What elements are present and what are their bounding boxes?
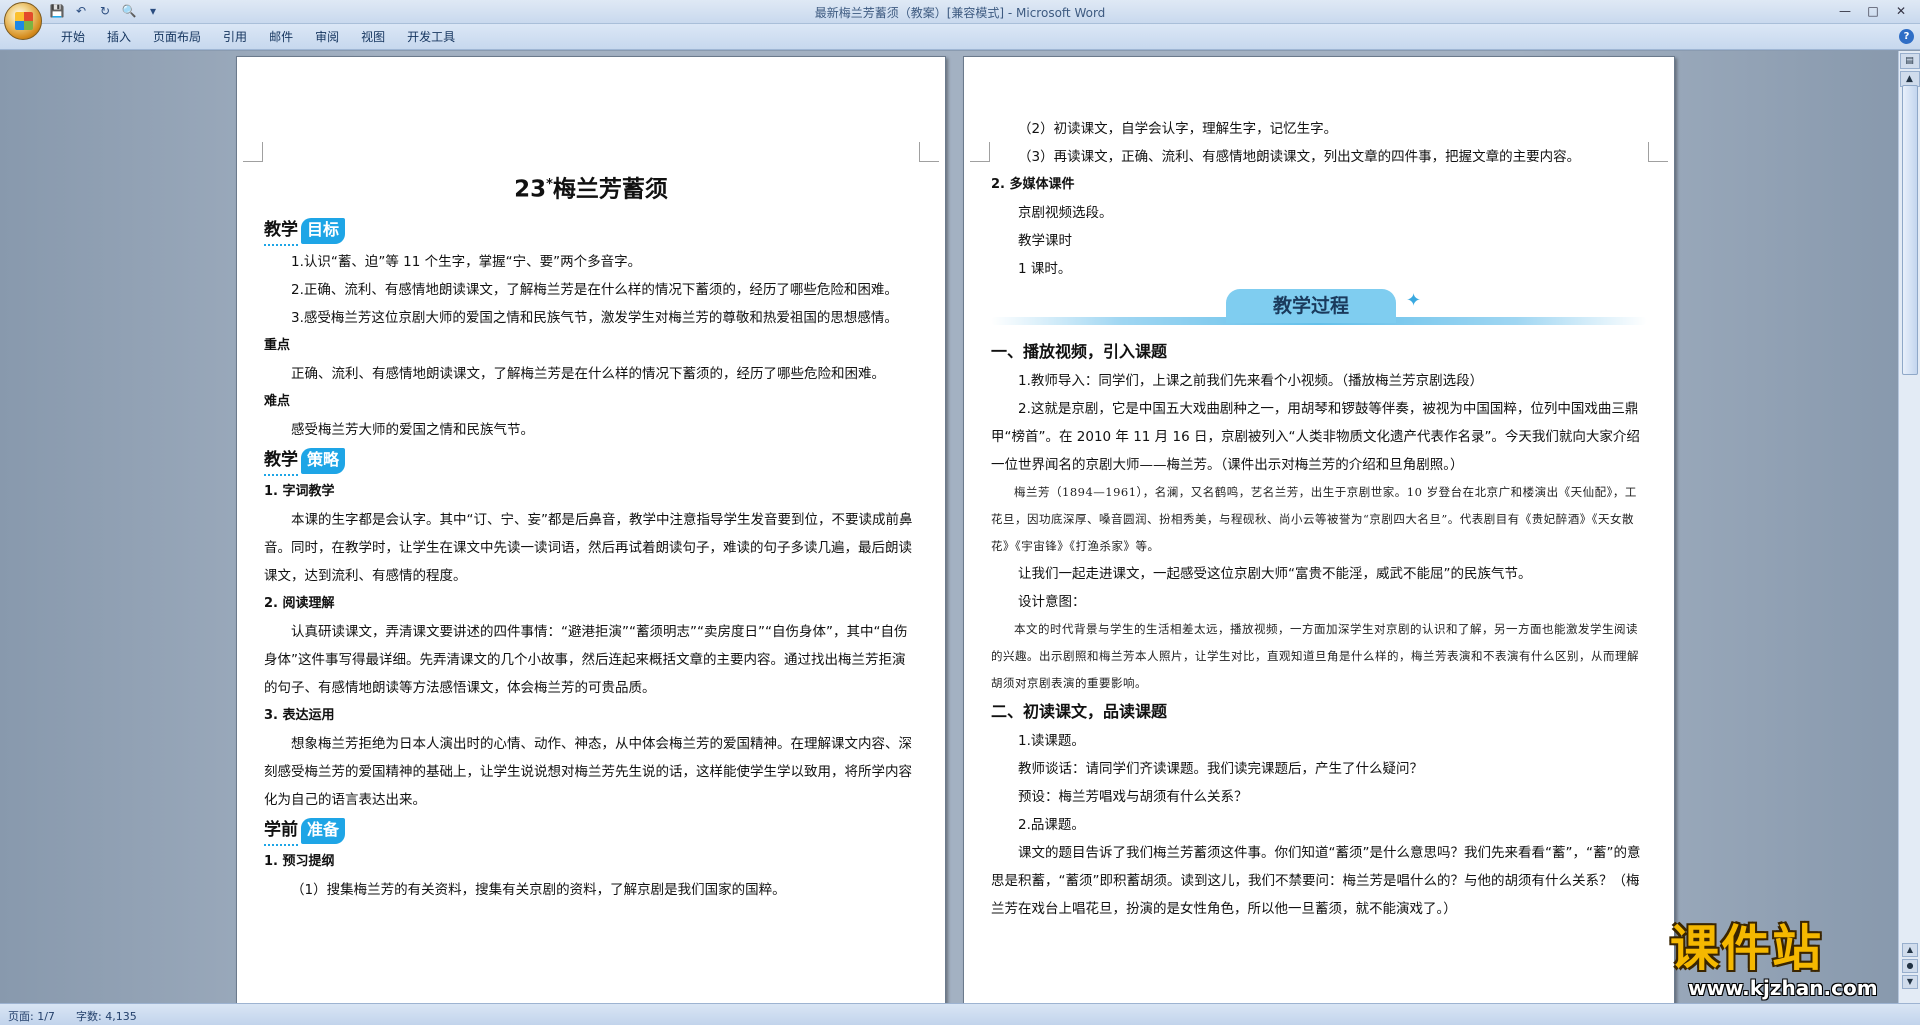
browse-object-icon[interactable]: ● (1902, 959, 1918, 973)
part-1-para-1: 1.教师导入：同学们，上课之前我们先来看个小视频。（播放梅兰芳京剧选段） (1018, 373, 1484, 389)
title-bar: 💾 ↶ ↻ 🔍 ▾ 最新梅兰芳蓄须（教案）[兼容模式] - Microsoft … (0, 0, 1920, 40)
part-2-para-1: 1.读课题。 (1018, 733, 1085, 749)
key-point-text: 正确、流利、有感情地朗读课文，了解梅兰芳是在什么样的情况下蓄须的，经历了哪些危险… (291, 365, 885, 382)
window-controls: — □ ✕ (1832, 2, 1914, 20)
prep-1-label: 1. 预习提纲 (264, 853, 335, 869)
prep-1-text: （1）搜集梅兰芳的有关资料，搜集有关京剧的资料，了解京剧是我们国家的国粹。 (291, 881, 786, 898)
window-title: 最新梅兰芳蓄须（教案）[兼容模式] - Microsoft Word (814, 6, 1106, 20)
vertical-scrollbar[interactable]: ▤ ▲ ▲ ● ▼ (1898, 51, 1920, 1003)
banner-label: 教学过程 (1226, 289, 1396, 323)
hours-text: 1 课时。 (1018, 261, 1072, 277)
strategy-2-label: 2. 阅读理解 (264, 595, 335, 611)
meilanfang-bio-note: 梅兰芳（1894—1961），名澜，又名鹤鸣，艺名兰芳，出生于京剧世家。10 岁… (991, 485, 1637, 553)
key-point-label: 重点 (264, 337, 291, 353)
design-intent-label: 设计意图： (1018, 594, 1086, 610)
page-2-content: （2）初读课文，自学会认字，理解生字，记忆生字。 （3）再读课文，正确、流利、有… (991, 115, 1647, 923)
ribbon: 开始 插入 页面布局 引用 邮件 审阅 视图 开发工具 ? (0, 24, 1920, 50)
document-page-2[interactable]: （2）初读课文，自学会认字，理解生字，记忆生字。 （3）再读课文，正确、流利、有… (963, 56, 1675, 1003)
tab-references[interactable]: 引用 (212, 29, 258, 45)
page-1-content: 23*梅兰芳蓄须 教学 目标 1.认识“蓄、迫”等 11 个生字，掌握“宁、要”两… (264, 157, 918, 904)
prep-3-text: （3）再读课文，正确、流利、有感情地朗读课文，列出文章的四件事，把握文章的主要内… (1018, 149, 1581, 165)
part-2-para-2: 教师谈话：请同学们齐读课题。我们读完课题后，产生了什么疑问？ (1018, 761, 1423, 777)
part-2-para-5: 课文的题目告诉了我们梅兰芳蓄须这件事。你们知道“蓄须”是什么意思吗？我们先来看看… (991, 845, 1641, 917)
hours-label: 教学课时 (1018, 233, 1072, 249)
difficulty-label: 难点 (264, 393, 291, 409)
margin-corner-mark (243, 142, 263, 162)
part-2-para-4: 2.品课题。 (1018, 817, 1085, 833)
strategy-1-text: 本课的生字都是会认字。其中“订、宁、妄”都是后鼻音，教学中注意指导学生发音要到位… (264, 511, 913, 584)
tab-developer[interactable]: 开发工具 (396, 29, 466, 45)
goal-3: 3.感受梅兰芳这位京剧大师的爱国之情和民族气节，激发学生对梅兰芳的尊敬和热爱祖国… (291, 309, 898, 326)
strategy-3-text: 想象梅兰芳拒绝为日本人演出时的心情、动作、神态，从中体会梅兰芳的爱国精神。在理解… (264, 735, 912, 808)
watermark-text: 课件站 (1670, 920, 1824, 977)
strategy-2-text: 认真研读课文，弄清课文要讲述的四件事情：“避港拒演”“蓄须明志”“卖房度日”“自… (264, 623, 908, 696)
document-workspace[interactable]: 23*梅兰芳蓄须 教学 目标 1.认识“蓄、迫”等 11 个生字，掌握“宁、要”两… (0, 51, 1898, 1003)
prep-2-text: （2）初读课文，自学会认字，理解生字，记忆生字。 (1018, 121, 1338, 137)
document-title: 23*梅兰芳蓄须 (514, 176, 668, 203)
scroll-thumb[interactable] (1902, 85, 1918, 375)
site-watermark-logo: 课件站 www.kjzhan.com (1670, 922, 1902, 1004)
status-bar: 页面: 1/7 字数: 4,135 (0, 1003, 1920, 1025)
part-2-para-3: 预设：梅兰芳唱戏与胡须有什么关系？ (1018, 789, 1248, 805)
tab-home[interactable]: 开始 (50, 29, 96, 45)
design-intent-note: 本文的时代背景与学生的生活相差太远，播放视频，一方面加深学生对京剧的认识和了解，… (991, 622, 1639, 690)
page-count-status[interactable]: 页面: 1/7 (8, 1008, 55, 1024)
previous-page-icon[interactable]: ▲ (1902, 943, 1918, 957)
minimize-icon[interactable]: — (1832, 2, 1858, 20)
office-button[interactable] (4, 2, 42, 40)
section-heading-preparation: 学前 准备 (264, 816, 918, 846)
strategy-1-label: 1. 字词教学 (264, 483, 335, 499)
goal-2: 2.正确、流利、有感情地朗读课文，了解梅兰芳是在什么样的情况下蓄须的，经历了哪些… (291, 281, 898, 298)
tab-mailings[interactable]: 邮件 (258, 29, 304, 45)
media-text: 京剧视频选段。 (1018, 205, 1113, 221)
word-count-status[interactable]: 字数: 4,135 (76, 1008, 137, 1024)
section-heading-strategy: 教学 策略 (264, 446, 918, 476)
next-page-icon[interactable]: ▼ (1902, 975, 1918, 989)
tab-view[interactable]: 视图 (350, 29, 396, 45)
office-logo-icon (15, 12, 33, 30)
maximize-icon[interactable]: □ (1860, 2, 1886, 20)
section-heading-goals: 教学 目标 (264, 216, 918, 246)
margin-corner-mark (919, 142, 939, 162)
goal-1: 1.认识“蓄、迫”等 11 个生字，掌握“宁、要”两个多音字。 (291, 253, 642, 270)
tab-insert[interactable]: 插入 (96, 29, 142, 45)
margin-corner-mark (1648, 142, 1668, 162)
tab-review[interactable]: 审阅 (304, 29, 350, 45)
close-icon[interactable]: ✕ (1888, 2, 1914, 20)
part-1-heading: 一、播放视频，引入课题 (991, 342, 1168, 361)
part-1-para-3: 让我们一起走进课文，一起感受这位京剧大师“富贵不能淫，威武不能屈”的民族气节。 (1018, 566, 1532, 582)
document-page-1[interactable]: 23*梅兰芳蓄须 教学 目标 1.认识“蓄、迫”等 11 个生字，掌握“宁、要”两… (236, 56, 946, 1003)
ribbon-tabs: 开始 插入 页面布局 引用 邮件 审阅 视图 开发工具 (50, 29, 466, 45)
media-label: 2. 多媒体课件 (991, 177, 1075, 192)
part-1-para-2: 2.这就是京剧，它是中国五大戏曲剧种之一，用胡琴和锣鼓等伴奏，被视为中国国粹，位… (991, 401, 1640, 473)
margin-corner-mark (970, 142, 990, 162)
ruler-toggle-icon[interactable]: ▤ (1899, 53, 1920, 69)
splash-icon: ✦ (1406, 290, 1422, 311)
part-2-heading: 二、初读课文，品读课题 (991, 702, 1168, 721)
tab-page-layout[interactable]: 页面布局 (142, 29, 212, 45)
strategy-3-label: 3. 表达运用 (264, 707, 335, 723)
process-banner: 教学过程 ✦ (991, 287, 1647, 331)
help-icon[interactable]: ? (1899, 29, 1914, 44)
watermark-url: www.kjzhan.com (1688, 976, 1878, 1000)
difficulty-text: 感受梅兰芳大师的爱国之情和民族气节。 (291, 421, 534, 438)
